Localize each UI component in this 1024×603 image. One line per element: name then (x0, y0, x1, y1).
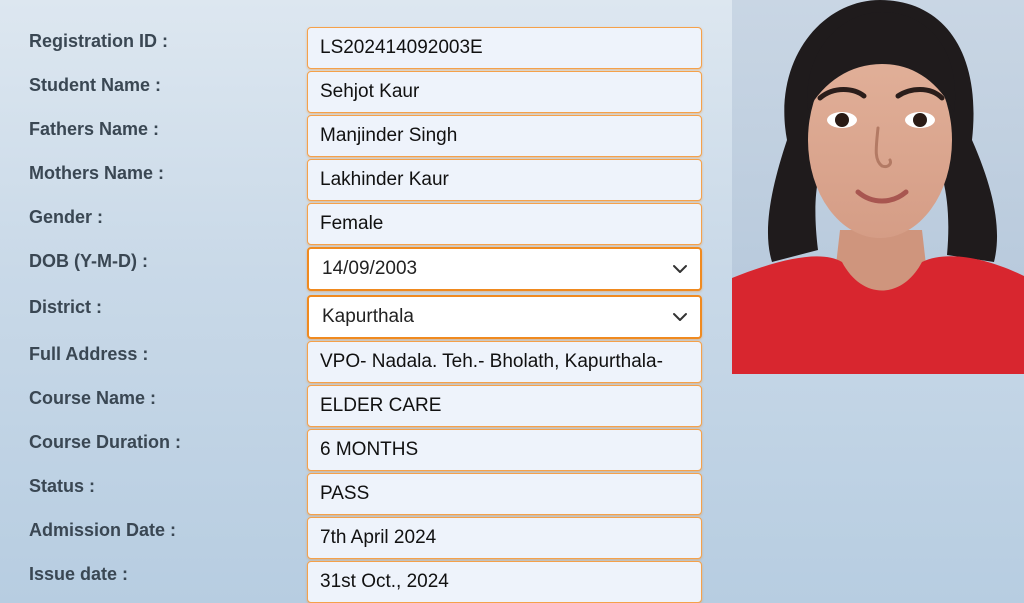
district-value: Kapurthala (322, 306, 414, 327)
mothers-name-field[interactable]: Lakhinder Kaur (307, 159, 702, 201)
label-registration-id: Registration ID : (29, 31, 169, 51)
issue-date-value: 31st Oct., 2024 (320, 571, 449, 592)
gender-field[interactable]: Female (307, 203, 702, 245)
label-fathers-name: Fathers Name : (29, 119, 160, 139)
course-duration-field[interactable]: 6 MONTHS (307, 429, 702, 471)
label-gender: Gender : (29, 207, 104, 227)
issue-date-field[interactable]: 31st Oct., 2024 (307, 561, 702, 603)
course-name-value: ELDER CARE (320, 395, 442, 416)
full-address-field[interactable]: VPO- Nadala. Teh.- Bholath, Kapurthala- (307, 341, 702, 383)
course-name-field[interactable]: ELDER CARE (307, 385, 702, 427)
full-address-value: VPO- Nadala. Teh.- Bholath, Kapurthala- (320, 351, 663, 372)
label-course-duration: Course Duration : (29, 432, 182, 452)
mothers-name-value: Lakhinder Kaur (320, 169, 449, 190)
fathers-name-value: Manjinder Singh (320, 125, 458, 146)
label-full-address: Full Address : (29, 344, 149, 364)
registration-id-field[interactable]: LS202414092003E (307, 27, 702, 69)
student-photo (732, 0, 1024, 374)
gender-value: Female (320, 213, 384, 234)
fathers-name-field[interactable]: Manjinder Singh (307, 115, 702, 157)
course-duration-value: 6 MONTHS (320, 439, 419, 460)
dob-value: 14/09/2003 (322, 258, 418, 279)
label-district: District : (29, 297, 103, 317)
chevron-down-icon (660, 297, 700, 337)
dob-select[interactable]: 14/09/2003 (307, 247, 702, 291)
registration-id-value: LS202414092003E (320, 37, 483, 58)
label-mothers-name: Mothers Name : (29, 163, 165, 183)
admission-date-value: 7th April 2024 (320, 527, 437, 548)
label-status: Status : (29, 476, 96, 496)
status-field[interactable]: PASS (307, 473, 702, 515)
label-course-name: Course Name : (29, 388, 157, 408)
label-dob: DOB (Y-M-D) : (29, 251, 148, 271)
chevron-down-icon (660, 249, 700, 289)
student-name-field[interactable]: Sehjot Kaur (307, 71, 702, 113)
status-value: PASS (320, 483, 370, 504)
label-admission-date: Admission Date : (29, 520, 177, 540)
label-issue-date: Issue date : (29, 564, 129, 584)
district-select[interactable]: Kapurthala (307, 295, 702, 339)
admission-date-field[interactable]: 7th April 2024 (307, 517, 702, 559)
student-name-value: Sehjot Kaur (320, 81, 420, 102)
label-student-name: Student Name : (29, 75, 162, 95)
